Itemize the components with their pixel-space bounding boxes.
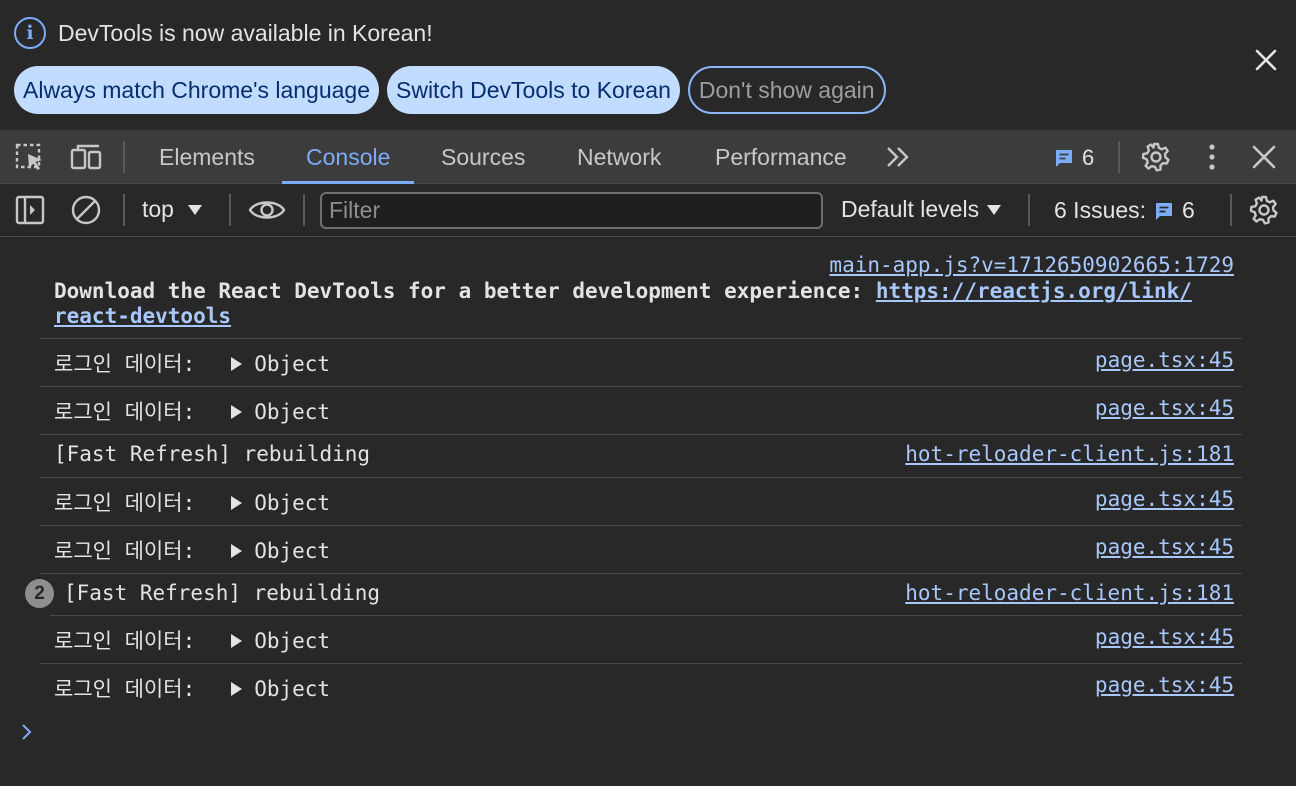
message-text: Download the React DevTools for a better…	[54, 279, 1192, 303]
message-text: 로그인 데이터: Object	[54, 539, 331, 563]
message-icon	[1056, 150, 1072, 167]
issues-count: 6	[1182, 197, 1195, 223]
tab-performance[interactable]: Performance	[691, 130, 871, 184]
toolbar-divider	[303, 194, 305, 226]
infobar-message-row: i DevTools is now available in Korean!	[14, 17, 433, 49]
message-text: 로그인 데이터: Object	[54, 400, 331, 424]
object-expander[interactable]: Object	[231, 677, 330, 701]
object-expander[interactable]: Object	[231, 491, 330, 515]
console-message: 로그인 데이터: Object page.tsx:45	[40, 339, 1242, 387]
settings-gear-icon[interactable]	[1140, 141, 1172, 173]
object-expander[interactable]: Object	[231, 400, 330, 424]
device-toolbar-icon[interactable]	[70, 141, 102, 173]
message-text: 로그인 데이터: Object	[54, 352, 331, 376]
tab-sources[interactable]: Sources	[417, 130, 549, 184]
expand-triangle-icon	[231, 634, 243, 648]
issues-counter[interactable]: 6 Issues: 6	[1054, 197, 1195, 224]
inspect-element-icon[interactable]	[14, 141, 46, 173]
message-text: [Fast Refresh] rebuilding	[64, 581, 381, 605]
devtools-main-toolbar: Elements Console Sources Network Perform…	[0, 130, 1296, 184]
infobar-buttons: Always match Chrome's language Switch De…	[14, 66, 886, 114]
eye-icon[interactable]	[248, 194, 286, 226]
tab-network[interactable]: Network	[553, 130, 685, 184]
console-message: 로그인 데이터: Object page.tsx:45	[40, 387, 1242, 435]
source-link[interactable]: page.tsx:45	[1095, 487, 1234, 511]
console-settings-gear-icon[interactable]	[1248, 194, 1280, 226]
source-link[interactable]: hot-reloader-client.js:181	[905, 581, 1234, 605]
object-expander[interactable]: Object	[231, 539, 330, 563]
react-devtools-link[interactable]: https://reactjs.org/link/	[876, 279, 1192, 303]
infobar-message: DevTools is now available in Korean!	[58, 19, 433, 46]
close-devtools-icon[interactable]	[1250, 143, 1278, 171]
context-selector-label: top	[142, 196, 174, 222]
console-message: 로그인 데이터: Object page.tsx:45	[40, 478, 1242, 526]
message-icon	[1156, 202, 1173, 220]
expand-triangle-icon	[231, 496, 243, 510]
toolbar-divider	[123, 141, 125, 173]
message-text-continued: react-devtools	[54, 304, 231, 328]
console-message: main-app.js?v=1712650902665:1729 Downloa…	[40, 250, 1242, 339]
react-devtools-link[interactable]: react-devtools	[54, 304, 231, 328]
source-link[interactable]: page.tsx:45	[1095, 625, 1234, 649]
console-message: [Fast Refresh] rebuilding hot-reloader-c…	[40, 435, 1242, 478]
console-message: 로그인 데이터: Object page.tsx:45	[40, 664, 1242, 712]
dropdown-caret-icon	[187, 204, 202, 215]
source-link[interactable]: page.tsx:45	[1095, 673, 1234, 697]
more-tabs-icon[interactable]	[884, 143, 912, 171]
toolbar-divider	[1230, 194, 1232, 226]
toolbar-divider	[229, 194, 231, 226]
issues-badge[interactable]: 6	[1054, 145, 1094, 171]
expand-triangle-icon	[231, 405, 243, 419]
log-levels-dropdown[interactable]: Default levels	[841, 196, 1002, 223]
console-toolbar: top Default levels 6 Issues: 6	[0, 184, 1296, 237]
source-link[interactable]: page.tsx:45	[1095, 535, 1234, 559]
close-icon[interactable]	[1252, 46, 1280, 74]
more-options-icon[interactable]	[1196, 141, 1228, 173]
object-expander[interactable]: Object	[231, 629, 330, 653]
context-selector[interactable]: top	[142, 196, 202, 223]
message-text: 로그인 데이터: Object	[54, 491, 331, 515]
log-levels-label: Default levels	[841, 196, 980, 222]
info-icon: i	[14, 17, 46, 49]
console-messages: main-app.js?v=1712650902665:1729 Downloa…	[0, 238, 1296, 786]
source-link[interactable]: hot-reloader-client.js:181	[905, 442, 1234, 466]
source-link[interactable]: main-app.js?v=1712650902665:1729	[829, 253, 1234, 277]
toolbar-divider	[123, 194, 125, 226]
language-infobar: i DevTools is now available in Korean! A…	[0, 0, 1296, 130]
expand-triangle-icon	[231, 682, 243, 696]
source-link[interactable]: page.tsx:45	[1095, 348, 1234, 372]
toolbar-divider	[1118, 141, 1120, 173]
dropdown-caret-icon	[987, 204, 1002, 215]
expand-triangle-icon	[231, 544, 243, 558]
message-text: 로그인 데이터: Object	[54, 677, 331, 701]
dont-show-again-button[interactable]: Don't show again	[687, 66, 886, 114]
console-message: [Fast Refresh] rebuilding hot-reloader-c…	[50, 574, 1242, 616]
clear-console-icon[interactable]	[70, 194, 102, 226]
issues-label: 6 Issues:	[1054, 197, 1147, 223]
tab-console[interactable]: Console	[282, 130, 415, 184]
message-text: 로그인 데이터: Object	[54, 629, 331, 653]
sidebar-toggle-icon[interactable]	[14, 194, 46, 226]
console-message: 로그인 데이터: Object page.tsx:45	[40, 616, 1242, 664]
console-message: 로그인 데이터: Object page.tsx:45	[40, 526, 1242, 574]
filter-input[interactable]	[320, 192, 823, 229]
message-text: [Fast Refresh] rebuilding	[54, 442, 371, 466]
source-link[interactable]: page.tsx:45	[1095, 396, 1234, 420]
object-expander[interactable]: Object	[231, 352, 330, 376]
switch-to-korean-button[interactable]: Switch DevTools to Korean	[387, 66, 680, 114]
expand-triangle-icon	[231, 357, 243, 371]
tab-elements[interactable]: Elements	[135, 130, 279, 184]
console-prompt-icon[interactable]	[20, 722, 34, 742]
always-match-language-button[interactable]: Always match Chrome's language	[14, 66, 379, 114]
toolbar-divider	[1028, 194, 1030, 226]
issues-badge-count: 6	[1082, 145, 1095, 170]
